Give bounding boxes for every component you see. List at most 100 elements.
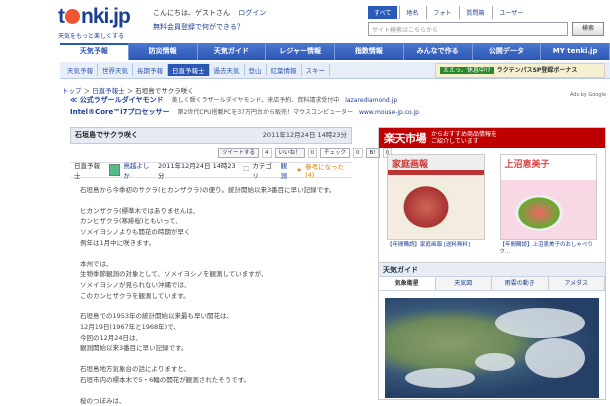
main-nav: 天気予報 防災情報 天気ガイド レジャー情報 指数情報 みんなで作る 公開データ… xyxy=(60,43,610,60)
sun-logo-icon xyxy=(65,9,80,24)
subnav-long[interactable]: 長期予報 xyxy=(133,64,168,76)
article-body: 石垣島から今季初のサクラ(ヒカンザクラ)の便り。統計開始以来3番目に早い記録です… xyxy=(80,185,350,406)
tab-weather-map[interactable]: 天気図 xyxy=(435,277,492,290)
subnav-daily-forecaster[interactable]: 日直予報士 xyxy=(168,64,210,76)
tab-satellite[interactable]: 気象衛星 xyxy=(379,277,436,290)
ad-row[interactable]: Intel®Core™i7プロセッサー 第2世代CPU搭載PCを37万円台から販売… xyxy=(70,106,610,118)
body-line: 石垣島地方気象台の話によりますと、 xyxy=(80,365,191,374)
check-button[interactable]: チェック xyxy=(320,148,351,158)
star-icon: ★ xyxy=(296,166,303,174)
rakuten-sub-line: からおすすめ商品情報を xyxy=(431,131,498,138)
weather-guide-tabs: 気象衛星 天気図 雨雲の動き アメダス xyxy=(379,277,605,291)
body-line: 観測開始以来3番目に早い記録です。 xyxy=(80,344,188,353)
subnav-ski[interactable]: スキー xyxy=(302,64,330,76)
subnav-past[interactable]: 過去天気 xyxy=(210,64,245,76)
search-tab-qa[interactable]: 質問箱 xyxy=(459,6,490,19)
search-tab-photo[interactable]: フォト xyxy=(426,6,457,19)
nav-index[interactable]: 指数情報 xyxy=(335,43,404,60)
satellite-image[interactable] xyxy=(385,298,599,398)
greeting-text: こんにちは、ゲストさん xyxy=(153,9,230,17)
subnav-mountain[interactable]: 登山 xyxy=(245,64,267,76)
promo-banner[interactable]: ええっ、休息中!? ラクテンパスSP登録ボーナス xyxy=(435,63,605,78)
body-line: ヒカンザクラ(標準木ではありませんは、 xyxy=(80,206,200,215)
search-tab-user[interactable]: ユーザー xyxy=(492,6,529,19)
rakuten-header[interactable]: 楽天市場 からおすすめ商品情報を ご紹介しています xyxy=(379,128,605,148)
like-button[interactable]: いいね！ xyxy=(274,148,305,158)
ad-row[interactable]: ≪ 公式ラザールダイヤモンド 美しく輝くラザールダイヤモンド。来店予約、資料請求受… xyxy=(70,94,610,106)
nav-leisure[interactable]: レジャー情報 xyxy=(266,43,335,60)
subnav-world[interactable]: 世界天気 xyxy=(98,64,133,76)
logo-tagline: 天気をもっと楽しくする xyxy=(58,33,125,40)
subnav-autumn[interactable]: 紅葉情報 xyxy=(267,64,302,76)
body-line: ソメイヨシノが見られない沖縄では、 xyxy=(80,280,191,289)
body-line: 石垣島での1953年の統計開始以来最も早い開花は、 xyxy=(80,312,234,321)
login-link[interactable]: ログイン xyxy=(238,9,266,17)
nav-community[interactable]: みんなで作る xyxy=(404,43,473,60)
greeting: こんにちは、ゲストさん ログイン xyxy=(153,8,266,18)
article-meta: 日直予報士 鳥越よしか 2011年12月24日 14時23分 🗀 カテゴリ 観測… xyxy=(70,160,352,180)
author-role: 日直予報士 xyxy=(74,162,100,180)
product-item[interactable]: 上沼恵美子 【年間購読】上沼恵美子のおしゃべりク... xyxy=(499,154,598,256)
body-line: 例年は1月中に咲きます。 xyxy=(80,238,155,247)
search-tab-all[interactable]: すべて xyxy=(368,6,398,19)
cover-title: 上沼恵美子 xyxy=(504,160,550,170)
tab-amedas[interactable]: アメダス xyxy=(548,277,605,290)
folder-icon: 🗀 xyxy=(242,164,250,173)
article-title: 石垣島でサクラ咲く xyxy=(75,131,138,139)
rakuten-logo: 楽天市場 xyxy=(384,132,427,145)
search-button[interactable]: 検索 xyxy=(572,22,604,36)
share-buttons: ツイートする 4 いいね！ 0 チェック 0 B! 0 xyxy=(218,148,393,158)
promo-tag: ええっ、休息中!? xyxy=(440,67,494,74)
search-input[interactable]: サイト検索はこちらから xyxy=(368,22,568,36)
ad-url[interactable]: lazarediamond.jp xyxy=(345,97,397,104)
body-line: カンヒザクラ(寒緋桜)ともいって、 xyxy=(80,217,182,226)
category-link[interactable]: 観測 xyxy=(281,160,294,180)
body-line: 本州では、 xyxy=(80,259,113,268)
tab-rain-radar[interactable]: 雨雲の動き xyxy=(492,277,549,290)
author-name[interactable]: 鳥越よしか xyxy=(123,160,155,180)
rakuten-products: 家庭画報 【年間購読】家庭画報 [送料無料] 上沼恵美子 【年間購読】上沼恵美子… xyxy=(387,154,598,256)
article-date: 2011年12月24日 14時23分 xyxy=(262,131,347,139)
ad-block: Ads by Google ≪ 公式ラザールダイヤモンド 美しく輝くラザールダイヤ… xyxy=(70,92,610,122)
tweet-button[interactable]: ツイートする xyxy=(218,148,260,158)
subnav-forecast[interactable]: 天気予報 xyxy=(63,64,98,76)
search-tab-place[interactable]: 地名 xyxy=(399,6,424,19)
ad-title[interactable]: ≪ 公式ラザールダイヤモンド xyxy=(70,96,164,104)
ads-by-google[interactable]: Ads by Google xyxy=(570,92,606,98)
product-item[interactable]: 家庭画報 【年間購読】家庭画報 [送料無料] xyxy=(387,154,485,254)
category-label: カテゴリ xyxy=(252,162,272,180)
rakuten-subtitle: からおすすめ商品情報を ご紹介しています xyxy=(431,131,497,145)
ad-desc: 美しく輝くラザールダイヤモンド。来店予約、資料請求受付中 xyxy=(171,97,340,104)
rakuten-sub-line: ご紹介しています xyxy=(431,138,479,145)
helpful-button[interactable]: 参考になった(4) xyxy=(305,161,352,179)
tweet-count: 4 xyxy=(262,148,272,158)
body-line: 今回の12月24日は、 xyxy=(80,333,143,342)
post-datetime: 2011年12月24日 14時23分 xyxy=(157,162,236,180)
signup-link[interactable]: 無料会員登録で何ができる？ xyxy=(153,22,244,32)
nav-disaster[interactable]: 防災情報 xyxy=(129,43,198,60)
ad-title[interactable]: Intel®Core™i7プロセッサー xyxy=(70,108,170,116)
like-count: 0 xyxy=(307,148,318,158)
author-avatar[interactable] xyxy=(108,164,121,176)
weather-guide-title: 天気ガイド xyxy=(379,263,605,277)
body-line: このカンヒザクラを観測しています。 xyxy=(80,291,190,300)
product-caption[interactable]: 【年間購読】家庭画報 [送料無料] xyxy=(387,242,485,249)
nav-guide[interactable]: 天気ガイド xyxy=(198,43,267,60)
ad-url[interactable]: www.mouse-jp.co.jp xyxy=(359,109,419,116)
check-count: 0 xyxy=(353,148,363,158)
body-line: 桜のつぼみは、 xyxy=(80,396,126,405)
article-title-bar: 石垣島でサクラ咲く 2011年12月24日 14時23分 xyxy=(70,127,352,144)
book-cover[interactable]: 家庭画報 xyxy=(387,154,485,240)
body-line: ソメイヨシノよりも開花の時期が早く xyxy=(80,228,191,237)
search-tabs: すべて 地名 フォト 質問箱 ユーザー xyxy=(368,6,529,19)
weather-guide: 天気ガイド 気象衛星 天気図 雨雲の動き アメダス xyxy=(378,262,606,400)
body-line: 石垣島から今季初のサクラ(ヒカンザクラ)の便り。統計開始以来3番目に早い記録です… xyxy=(80,186,336,194)
nav-opendata[interactable]: 公開データ xyxy=(473,43,542,60)
cover-title: 家庭画報 xyxy=(392,160,429,170)
nav-my-tenki[interactable]: MY tenki.jp xyxy=(541,43,610,60)
book-cover[interactable]: 上沼恵美子 xyxy=(499,154,597,240)
ad-desc: 第2世代CPU搭載PCを37万円台から販売！マウスコンピューター xyxy=(177,109,353,116)
nav-forecast[interactable]: 天気予報 xyxy=(60,43,129,60)
tenki-logo[interactable]: t nki.jp xyxy=(58,5,131,29)
product-caption[interactable]: 【年間購読】上沼恵美子のおしゃべりク... xyxy=(500,242,598,256)
